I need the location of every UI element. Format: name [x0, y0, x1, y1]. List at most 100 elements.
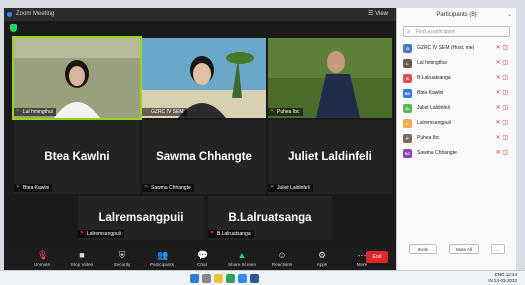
chevron-down-icon[interactable]: ⌄	[507, 8, 512, 22]
unmute-button[interactable]: 🎙 Unmute	[22, 250, 62, 268]
muted-mic-icon: ✕	[144, 184, 149, 190]
participant-name: B.Lalruatsanga	[417, 75, 451, 81]
tile-name-label: ✕ Puhea Ibc	[268, 108, 303, 116]
video-camera-icon: ■	[79, 250, 85, 260]
participant-name: Lal hmingthui	[417, 60, 447, 66]
zoom-app-icon[interactable]	[238, 274, 247, 283]
participant-name: Lalremsangpuii	[417, 120, 451, 126]
muted-mic-icon: ✕	[144, 108, 149, 114]
participant-row[interactable]: BK Btea Kawlni ✕ ◫	[397, 86, 516, 101]
muted-mic-icon: ✕ ◫	[495, 60, 508, 66]
participant-list: G GZRC IV SEM (Host, me) ✕ ◫ L Lal hmingthui…	[397, 41, 516, 161]
people-icon: 👥	[157, 250, 169, 260]
tile-name-label: ✕ Lal hmingthui	[14, 108, 56, 116]
participant-row[interactable]: L Lal hmingthui ✕ ◫	[397, 56, 516, 71]
participant-row[interactable]: P Puhea Ibc ✕ ◫	[397, 131, 516, 146]
end-meeting-button[interactable]: End	[366, 251, 388, 263]
participant-row[interactable]: JL Juliet Laldinfeli ✕ ◫	[397, 101, 516, 116]
chat-button[interactable]: 💬 Chat	[182, 250, 222, 268]
muted-mic-icon: ✕ ◫	[495, 135, 508, 141]
muted-mic-icon: ✕ ◫	[495, 90, 508, 96]
avatar: L	[403, 119, 412, 128]
name-tile-blal[interactable]: B.Lalruatsanga ✕ B.Lalruatsanga	[208, 196, 332, 240]
stop-video-button[interactable]: ■ Stop Video	[62, 250, 102, 268]
participants-panel: Participants (8) ⌄ ⌕ Find a participant …	[396, 8, 516, 270]
muted-mic-icon: ✕	[210, 230, 215, 236]
tile-name-label: ✕ Sawma Chhangte	[142, 184, 194, 192]
person-video-puhea	[268, 38, 392, 118]
participant-row[interactable]: G GZRC IV SEM (Host, me) ✕ ◫	[397, 41, 516, 56]
avatar: B	[403, 74, 412, 83]
video-tile-puhea[interactable]: ✕ Puhea Ibc	[268, 38, 392, 118]
tile-name-label: ✕ GZRC IV SEM	[142, 108, 187, 116]
invite-button[interactable]: Invite	[409, 244, 437, 254]
participant-search-input[interactable]: ⌕ Find a participant	[403, 26, 510, 37]
language-indicator[interactable]: ENG	[495, 272, 505, 277]
participant-name: Puhea Ibc	[417, 135, 440, 141]
file-explorer-icon[interactable]	[214, 274, 223, 283]
name-tile-sawma[interactable]: Sawma Chhangte ✕ Sawma Chhangte	[142, 120, 266, 194]
participant-row[interactable]: L Lalremsangpuii ✕ ◫	[397, 116, 516, 131]
security-button[interactable]: ⛨ Security	[102, 250, 142, 268]
name-tile-btea[interactable]: Btea Kawlni ✕ Btea Kawlni	[14, 120, 140, 194]
search-icon: ⌕	[407, 29, 411, 35]
muted-mic-icon: ✕ ◫	[495, 75, 508, 81]
person-video-host	[142, 38, 266, 118]
windows-start-icon[interactable]	[190, 274, 199, 283]
system-tray: ENG 12:44 IN 24-03-2022	[488, 272, 517, 284]
participant-name: Btea Kawlni	[417, 90, 444, 96]
muted-mic-icon: ✕ ◫	[495, 150, 508, 156]
shield-icon: ⛨	[118, 250, 126, 260]
meeting-toolbar: 🎙 Unmute ■ Stop Video ⛨ Security 👥 Participa…	[4, 242, 396, 270]
panel-header: Participants (8) ⌄	[397, 8, 516, 22]
search-icon[interactable]	[202, 274, 211, 283]
share-screen-button[interactable]: ▲ Share Screen	[222, 251, 262, 268]
avatar: JL	[403, 104, 412, 113]
participant-name: Sawma Chhangte	[156, 151, 252, 163]
window-title: Zoom Meeting	[16, 11, 55, 17]
tile-name-label: ✕ B.Lalruatsanga	[208, 230, 254, 238]
clock-time: 12:44	[505, 272, 517, 277]
clock-date: 24-03-2022	[493, 278, 517, 283]
muted-mic-icon: 🎙	[37, 250, 49, 260]
participants-button[interactable]: 👥 Participants	[142, 250, 182, 268]
participant-row[interactable]: B B.Lalruatsanga ✕ ◫	[397, 71, 516, 86]
title-bar: Zoom Meeting ☰ View	[4, 8, 396, 21]
security-shield-icon[interactable]	[10, 24, 17, 32]
participant-name: Juliet Laldinfeli	[417, 105, 450, 111]
smiley-icon: ☺	[277, 250, 287, 260]
participant-name: Sawma Chhangte	[417, 150, 457, 156]
region-indicator: IN	[488, 278, 493, 283]
more-options-button[interactable]: ...	[491, 244, 505, 254]
panel-title: Participants (8)	[436, 12, 477, 18]
zoom-meeting-window: Zoom Meeting ☰ View ✕ Lal hmingthui ✕ GZ…	[4, 8, 396, 270]
tile-name-label: ✕ Juliet Laldinfeli	[268, 184, 313, 192]
browser-icon[interactable]	[226, 274, 235, 283]
apps-button[interactable]: ⚙ Apps	[302, 250, 342, 268]
tile-name-label: ✕ Lalremsangpuii	[78, 230, 124, 238]
person-video-lal	[14, 38, 140, 118]
video-tile-lal-hmingthui[interactable]: ✕ Lal hmingthui	[12, 36, 142, 120]
avatar: L	[403, 59, 412, 68]
muted-mic-icon: ✕ ◫	[495, 105, 508, 111]
avatar: P	[403, 134, 412, 143]
screen: Zoom Meeting ☰ View ✕ Lal hmingthui ✕ GZ…	[0, 0, 525, 285]
name-tile-juliet[interactable]: Juliet Laldinfeli ✕ Juliet Laldinfeli	[268, 120, 392, 194]
apps-icon: ⚙	[317, 250, 327, 260]
participant-name: GZRC IV SEM (Host, me)	[417, 45, 475, 51]
avatar: SC	[403, 149, 412, 158]
muted-mic-icon: ✕	[270, 184, 275, 190]
mute-all-button[interactable]: Mute All	[449, 244, 479, 254]
reactions-button[interactable]: ☺ Reactions	[262, 250, 302, 268]
video-tile-gzrc[interactable]: ✕ GZRC IV SEM	[142, 38, 266, 118]
participant-row[interactable]: SC Sawma Chhangte ✕ ◫	[397, 146, 516, 161]
muted-mic-icon: ✕	[270, 108, 275, 114]
avatar: BK	[403, 89, 412, 98]
word-icon[interactable]	[250, 274, 259, 283]
name-tile-lalrem[interactable]: Lalremsangpuii ✕ Lalremsangpuii	[78, 196, 204, 240]
muted-mic-icon: ✕ ◫	[495, 120, 508, 126]
chat-icon: 💬	[197, 250, 209, 260]
muted-mic-icon: ✕	[16, 108, 21, 114]
panel-footer: Invite Mute All ...	[397, 242, 517, 256]
view-button[interactable]: ☰ View	[368, 8, 388, 21]
